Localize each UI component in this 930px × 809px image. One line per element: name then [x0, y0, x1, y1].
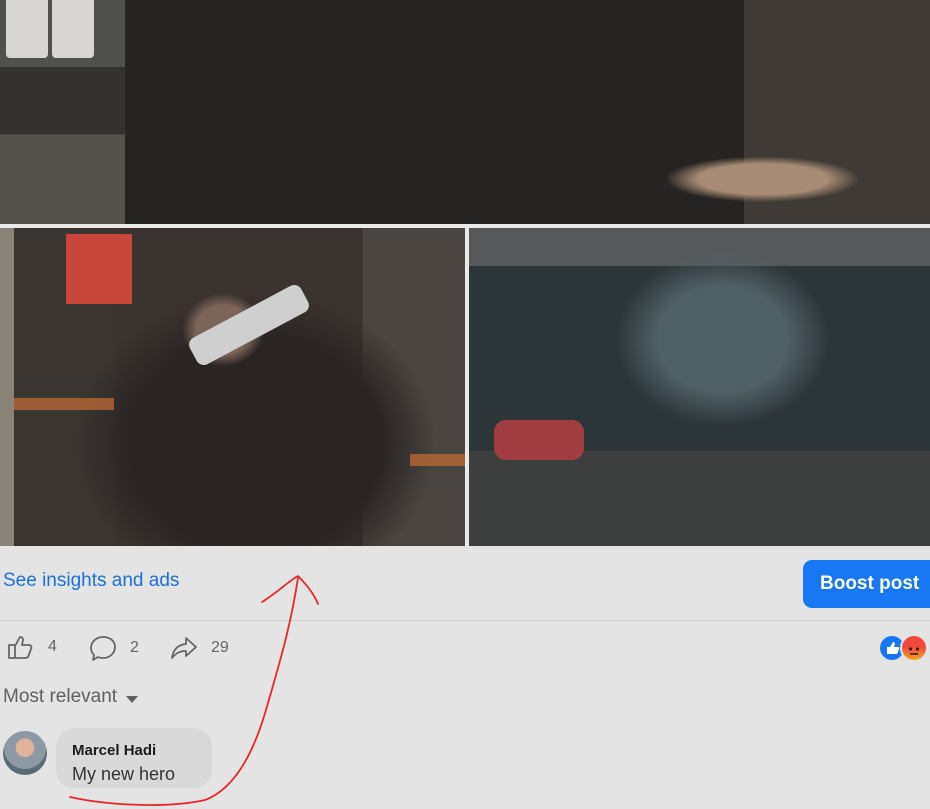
section-divider: [0, 620, 930, 621]
photo-detail: [410, 454, 465, 466]
share-stat[interactable]: 29: [169, 634, 229, 662]
comment-count: 2: [130, 639, 139, 656]
see-insights-link[interactable]: See insights and ads: [3, 570, 179, 592]
photo-detail: [14, 398, 114, 410]
shelf-item: [52, 0, 94, 58]
like-icon: [8, 636, 33, 659]
share-count: 29: [211, 639, 229, 656]
comment-sort-dropdown[interactable]: Most relevant: [3, 686, 139, 708]
comment-stat[interactable]: 2: [88, 634, 139, 662]
sort-label: Most relevant: [3, 686, 118, 707]
shelf-item: [6, 0, 48, 58]
caret-down-icon: [126, 695, 139, 703]
photo-background-shelf: [0, 0, 125, 224]
like-count: 4: [48, 638, 57, 655]
photo-detail: [494, 420, 584, 460]
share-icon: [171, 637, 197, 659]
comment-icon: [90, 636, 116, 661]
photo-detail: [66, 234, 132, 304]
avatar[interactable]: [3, 731, 47, 775]
angry-reaction-icon: [900, 634, 928, 662]
reaction-summary[interactable]: [880, 634, 930, 662]
like-stat[interactable]: 4: [6, 634, 57, 660]
comment-author[interactable]: Marcel Hadi: [72, 742, 156, 759]
post-photo-top[interactable]: [0, 0, 930, 224]
post-photo-bottom-right[interactable]: [469, 228, 930, 546]
boost-post-button[interactable]: Boost post: [803, 560, 930, 608]
comment-text: My new hero: [72, 764, 176, 784]
